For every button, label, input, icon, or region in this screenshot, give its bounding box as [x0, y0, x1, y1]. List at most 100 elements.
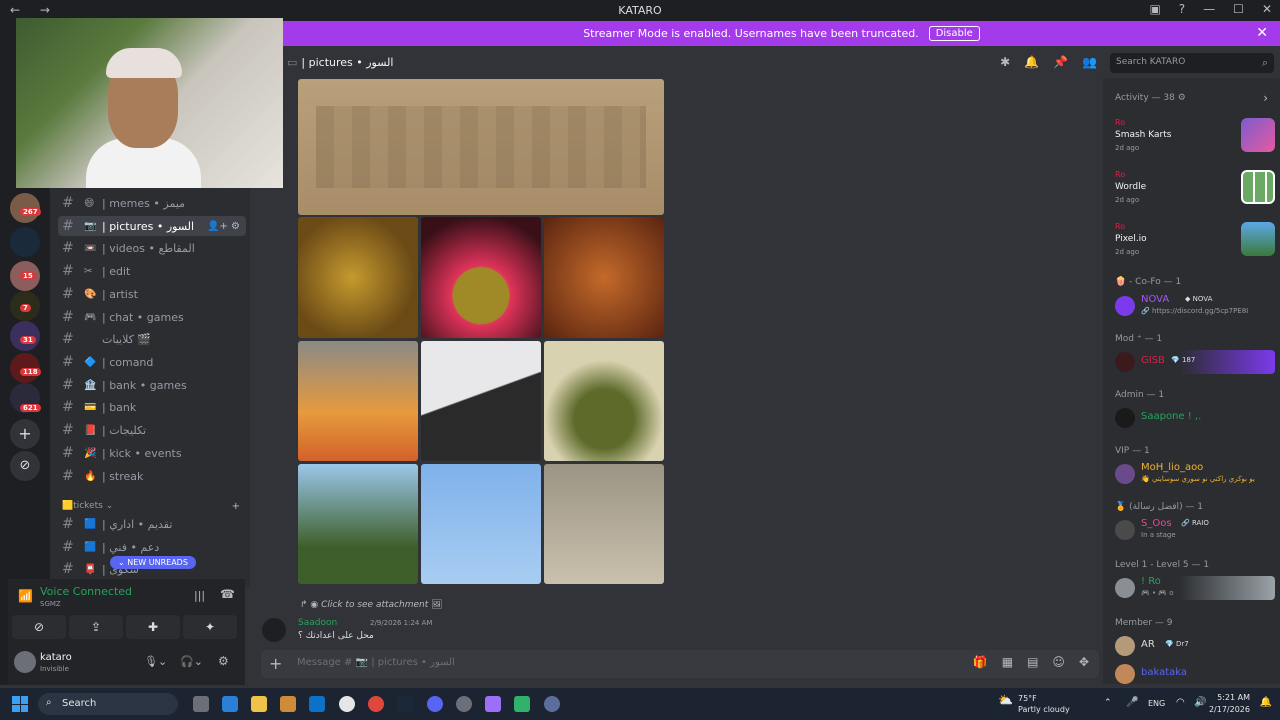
gift-icon[interactable]: 🎁: [973, 655, 988, 669]
gallery-image-tree[interactable]: [544, 341, 664, 461]
app-icon[interactable]: [544, 696, 560, 712]
app-icon[interactable]: [514, 696, 530, 712]
channel-memes[interactable]: # 😄 | memes • ميمز: [58, 193, 246, 213]
clock[interactable]: 5:21 AM 2/17/2026: [1209, 692, 1250, 716]
task-view-icon[interactable]: [193, 696, 209, 712]
sticker-icon[interactable]: ▤: [1027, 655, 1038, 669]
new-unreads-pill[interactable]: ⌄ NEW UNREADS: [110, 556, 196, 569]
file-explorer-icon[interactable]: [251, 696, 267, 712]
member-item[interactable]: ! Ro 🎮 • 🎮 o: [1115, 576, 1275, 600]
channel-settings-icon[interactable]: 👤+ ⚙: [207, 221, 240, 232]
wifi-icon[interactable]: ◠: [1176, 697, 1185, 708]
activities-button[interactable]: ✚: [126, 615, 180, 639]
gallery-image-birds[interactable]: [421, 464, 541, 584]
steam-icon[interactable]: [397, 696, 413, 712]
activity-header[interactable]: Activity — 38 ⚙: [1115, 93, 1186, 103]
disconnect-icon[interactable]: ☎: [220, 587, 235, 601]
gallery-image-drink[interactable]: [544, 217, 664, 338]
volume-icon[interactable]: 🔊: [1194, 697, 1206, 708]
camera-off-button[interactable]: ⊘: [12, 615, 66, 639]
add-attachment-icon[interactable]: +: [269, 654, 282, 673]
discover-icon[interactable]: ⊘: [10, 451, 40, 481]
soundboard-button[interactable]: ✦: [183, 615, 237, 639]
activity-item[interactable]: Ro Smash Karts 2d ago: [1115, 118, 1275, 162]
channel-artist[interactable]: # 🎨 | artist: [58, 284, 246, 304]
app-icon[interactable]: [222, 696, 238, 712]
member-item[interactable]: Saapone ! ,.: [1115, 406, 1275, 430]
mic-icon[interactable]: 🎙⌄: [144, 655, 167, 668]
gallery-image-building[interactable]: [421, 341, 541, 461]
member-item[interactable]: bakataka: [1115, 662, 1275, 686]
help-icon[interactable]: ?: [1179, 2, 1185, 16]
channel-apply-admin[interactable]: # 🟦 | تقديم • اداري: [58, 514, 246, 534]
activity-item[interactable]: Ro Wordle 2d ago: [1115, 170, 1275, 214]
maximize-button[interactable]: ☐: [1233, 2, 1244, 16]
chevron-right-icon[interactable]: ›: [1263, 91, 1268, 105]
emoji-icon[interactable]: ☺: [1052, 655, 1065, 669]
channel-kick-events[interactable]: # 🎉 | kick • events: [58, 443, 246, 463]
threads-icon[interactable]: ✱: [1000, 55, 1010, 69]
inbox-icon[interactable]: ▣: [1149, 2, 1160, 16]
screen-share-button[interactable]: ⇪: [69, 615, 123, 639]
discord-icon[interactable]: [427, 696, 443, 712]
pin-icon[interactable]: 📌: [1053, 55, 1068, 69]
user-settings-icon[interactable]: ⚙: [218, 654, 229, 668]
apps-icon[interactable]: ✥: [1079, 655, 1089, 669]
channel-bank[interactable]: # 💳 | bank: [58, 397, 246, 417]
language-indicator[interactable]: ENG: [1148, 699, 1165, 708]
gallery-image-palms[interactable]: [298, 464, 418, 584]
minimize-button[interactable]: —: [1203, 2, 1215, 16]
close-icon[interactable]: ✕: [1256, 25, 1268, 41]
channel-comand[interactable]: # 🔷 | comand: [58, 352, 246, 372]
close-window-button[interactable]: ✕: [1262, 2, 1272, 16]
member-item[interactable]: MoH_lio_aoo 👋 يو بوكري راكتي نو سوري سوس…: [1115, 462, 1275, 486]
notifications-icon[interactable]: 🔔: [1260, 697, 1272, 708]
gif-icon[interactable]: ▦: [1002, 655, 1013, 669]
settings-icon[interactable]: [339, 696, 355, 712]
search-icon[interactable]: ⌕: [1262, 56, 1268, 70]
mail-icon[interactable]: [309, 696, 325, 712]
app-icon[interactable]: [485, 696, 501, 712]
gallery-image-food[interactable]: [298, 217, 418, 338]
app-icon[interactable]: [456, 696, 472, 712]
gallery-image-sign[interactable]: [298, 79, 664, 215]
member-item[interactable]: S_Oos 🔗 RAIO In a stage: [1115, 518, 1275, 542]
activity-item[interactable]: Ro Pixel.io 2d ago: [1115, 222, 1275, 266]
channel-chat-games[interactable]: # 🎮 | chat • games: [58, 307, 246, 327]
start-button[interactable]: [12, 696, 28, 712]
gallery-image-food[interactable]: [421, 217, 541, 338]
tray-chevron-icon[interactable]: ⌃: [1104, 698, 1112, 708]
reply-preview[interactable]: ↱ ◉ Click to see attachment 🖼: [300, 600, 443, 610]
member-item[interactable]: AR 💎 Dr7: [1115, 634, 1275, 658]
app-icon[interactable]: [280, 696, 296, 712]
member-item[interactable]: NOVA ◆ NOVA 🔗 https://discord.gg/5cp7PE8…: [1115, 294, 1275, 318]
add-server-icon[interactable]: +: [10, 419, 40, 449]
channel-videos[interactable]: # 📼 | videos • المقاطع: [58, 238, 246, 258]
search-input[interactable]: Search KATARO ⌕: [1110, 53, 1274, 73]
members-icon[interactable]: 👥: [1082, 55, 1097, 69]
message-author[interactable]: Saadoon: [298, 618, 337, 628]
channel-support[interactable]: # 🟦 | دعم • فني: [58, 537, 246, 557]
taskbar-search[interactable]: ⌕ Search: [38, 693, 178, 715]
gallery-image-sky[interactable]: [544, 464, 664, 584]
channel-clips[interactable]: # كلايبات 🎬: [58, 329, 246, 349]
avatar[interactable]: [14, 651, 36, 673]
avatar[interactable]: [262, 618, 286, 642]
channel-edit[interactable]: # ✂ | edit: [58, 261, 246, 281]
voice-connected-label[interactable]: Voice Connected: [40, 585, 132, 598]
add-channel-icon[interactable]: +: [232, 501, 240, 512]
bell-icon[interactable]: 🔔: [1024, 55, 1039, 69]
nav-arrows[interactable]: ← →: [10, 3, 58, 17]
server-icon[interactable]: [10, 227, 40, 257]
noise-suppression-icon[interactable]: |||: [194, 589, 205, 602]
weather-widget[interactable]: ⛅ 75°F Partly cloudy: [998, 693, 1070, 715]
channel-streak[interactable]: # 🔥 | streak: [58, 466, 246, 486]
disable-button[interactable]: Disable: [928, 26, 980, 41]
chrome-icon[interactable]: [368, 696, 384, 712]
channel-taklijat[interactable]: # 📕 | تكليجات: [58, 420, 246, 440]
mic-tray-icon[interactable]: 🎤: [1126, 697, 1138, 708]
member-item[interactable]: GISB 💎 187: [1115, 350, 1275, 374]
message-composer[interactable]: + Message # 📷 | pictures • السور 🎁 ▦ ▤ ☺…: [261, 650, 1099, 678]
attachment-link[interactable]: Click to see attachment: [321, 600, 428, 610]
channel-pictures[interactable]: # 📷 | pictures • السور 👤+ ⚙: [58, 216, 246, 236]
